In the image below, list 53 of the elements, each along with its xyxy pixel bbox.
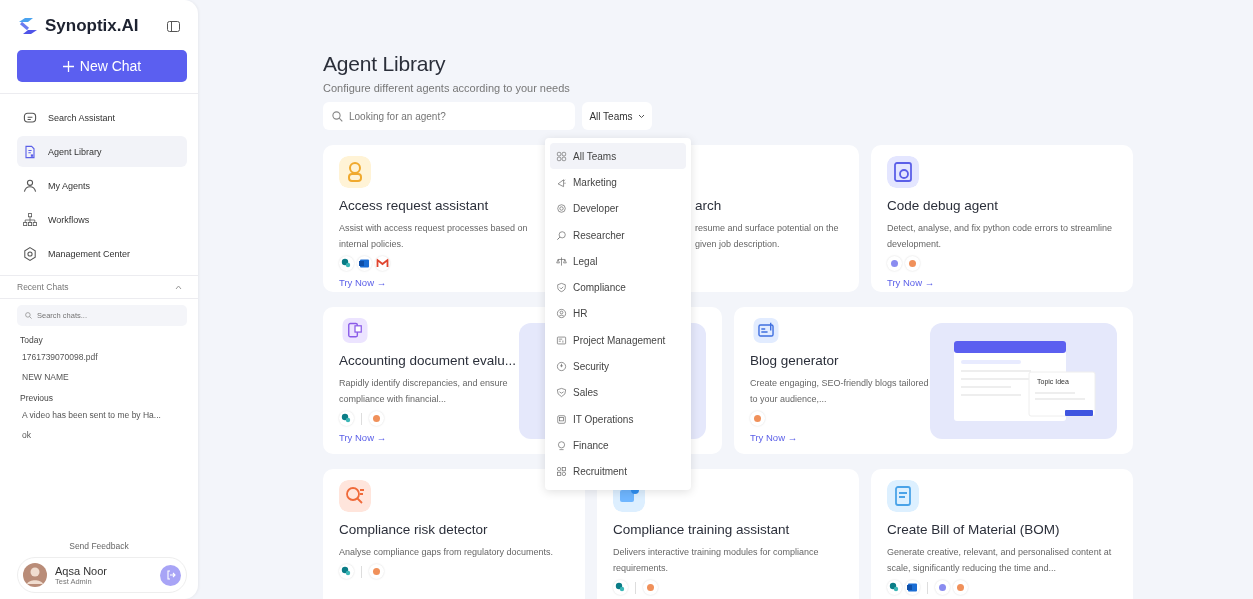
team-option[interactable]: Security — [550, 353, 686, 380]
agent-description: Detect, analyse, and fix python code errors to streamline development. — [887, 222, 1114, 251]
agent-title: arch — [695, 198, 722, 213]
agent-description: Rapidly identify discrepancies, and ensure compliance with financial... — [339, 377, 509, 406]
section-title: Recent Chats — [17, 282, 69, 292]
nav-item[interactable]: Agent Library — [17, 136, 187, 167]
feedback-link[interactable]: Send Feedback — [0, 541, 198, 557]
try-now-link[interactable]: Try Now → — [887, 277, 935, 288]
chat-item[interactable]: NEW NAME — [0, 368, 198, 388]
agent-title: Blog generator — [750, 353, 839, 368]
page-subtitle: Configure different agents according to your needs — [323, 82, 571, 94]
agent-title: Compliance risk detector — [339, 522, 488, 537]
new-chat-button[interactable]: New Chat — [17, 50, 187, 82]
team-option[interactable]: Developer — [550, 195, 686, 222]
brand-name: Synoptix.AI — [45, 16, 139, 36]
chat-group-label: Previous — [19, 392, 55, 405]
agent-description: Create engaging, SEO-friendly blogs tailored to your audience,... — [750, 377, 930, 406]
agent-description: Delivers interactive training modules for compliance requirements. — [613, 546, 820, 575]
agent-description: Generate creative, relevant, and personalised content at scale, significantly reducing the time and... — [887, 546, 1113, 575]
chat-item[interactable]: 1761739070098.pdf — [0, 348, 198, 368]
nav-item[interactable]: Management Center — [17, 238, 187, 269]
chat-item[interactable]: A video has been sent to me by Ha... — [0, 406, 198, 426]
team-option[interactable]: Finance — [550, 432, 686, 459]
team-option[interactable]: IT Operations — [550, 405, 686, 433]
agent-title: Access request assistant — [339, 198, 489, 213]
agent-description: Assist with access request processes based on internal policies. — [339, 222, 529, 251]
chat-group-label: Today — [19, 334, 44, 347]
team-option[interactable]: Sales — [550, 379, 686, 406]
team-option[interactable]: Legal — [550, 248, 686, 275]
team-option[interactable]: Marketing — [550, 169, 686, 196]
user-name: Aqsa Noor — [55, 564, 107, 577]
team-option[interactable]: Researcher — [550, 221, 686, 249]
agent-title: Accounting document evalu... — [339, 353, 517, 368]
team-option[interactable]: Project Management — [550, 327, 686, 354]
nav-item[interactable]: My Agents — [17, 170, 187, 201]
team-option[interactable]: Compliance — [550, 274, 686, 301]
try-now-link[interactable]: Try Now → — [339, 432, 387, 443]
agent-title: Code debug agent — [887, 198, 999, 213]
agent-description: Analyse compliance gaps from regulatory documents. — [339, 546, 555, 559]
try-now-link[interactable]: Try Now → — [339, 277, 387, 288]
team-option[interactable]: Recruitment — [550, 458, 686, 485]
agent-title: Compliance training assistant — [613, 522, 790, 537]
nav-item[interactable]: Search Assistant — [17, 102, 187, 133]
chat-item[interactable]: ok — [0, 426, 198, 446]
page-title: Agent Library — [323, 52, 447, 76]
team-option[interactable]: HR — [550, 300, 686, 328]
team-filter-dropdown[interactable]: All Teams — [582, 102, 652, 130]
try-now-link[interactable]: Try Now → — [750, 432, 798, 443]
agent-search-field[interactable]: Looking for an agent? — [323, 102, 575, 130]
nav-item[interactable]: Workflows — [17, 204, 187, 235]
team-option[interactable]: All Teams — [550, 143, 686, 170]
agent-description: resume and surface potential on the given job description. — [695, 222, 840, 251]
agent-title: Create Bill of Material (BOM) — [887, 522, 1060, 537]
